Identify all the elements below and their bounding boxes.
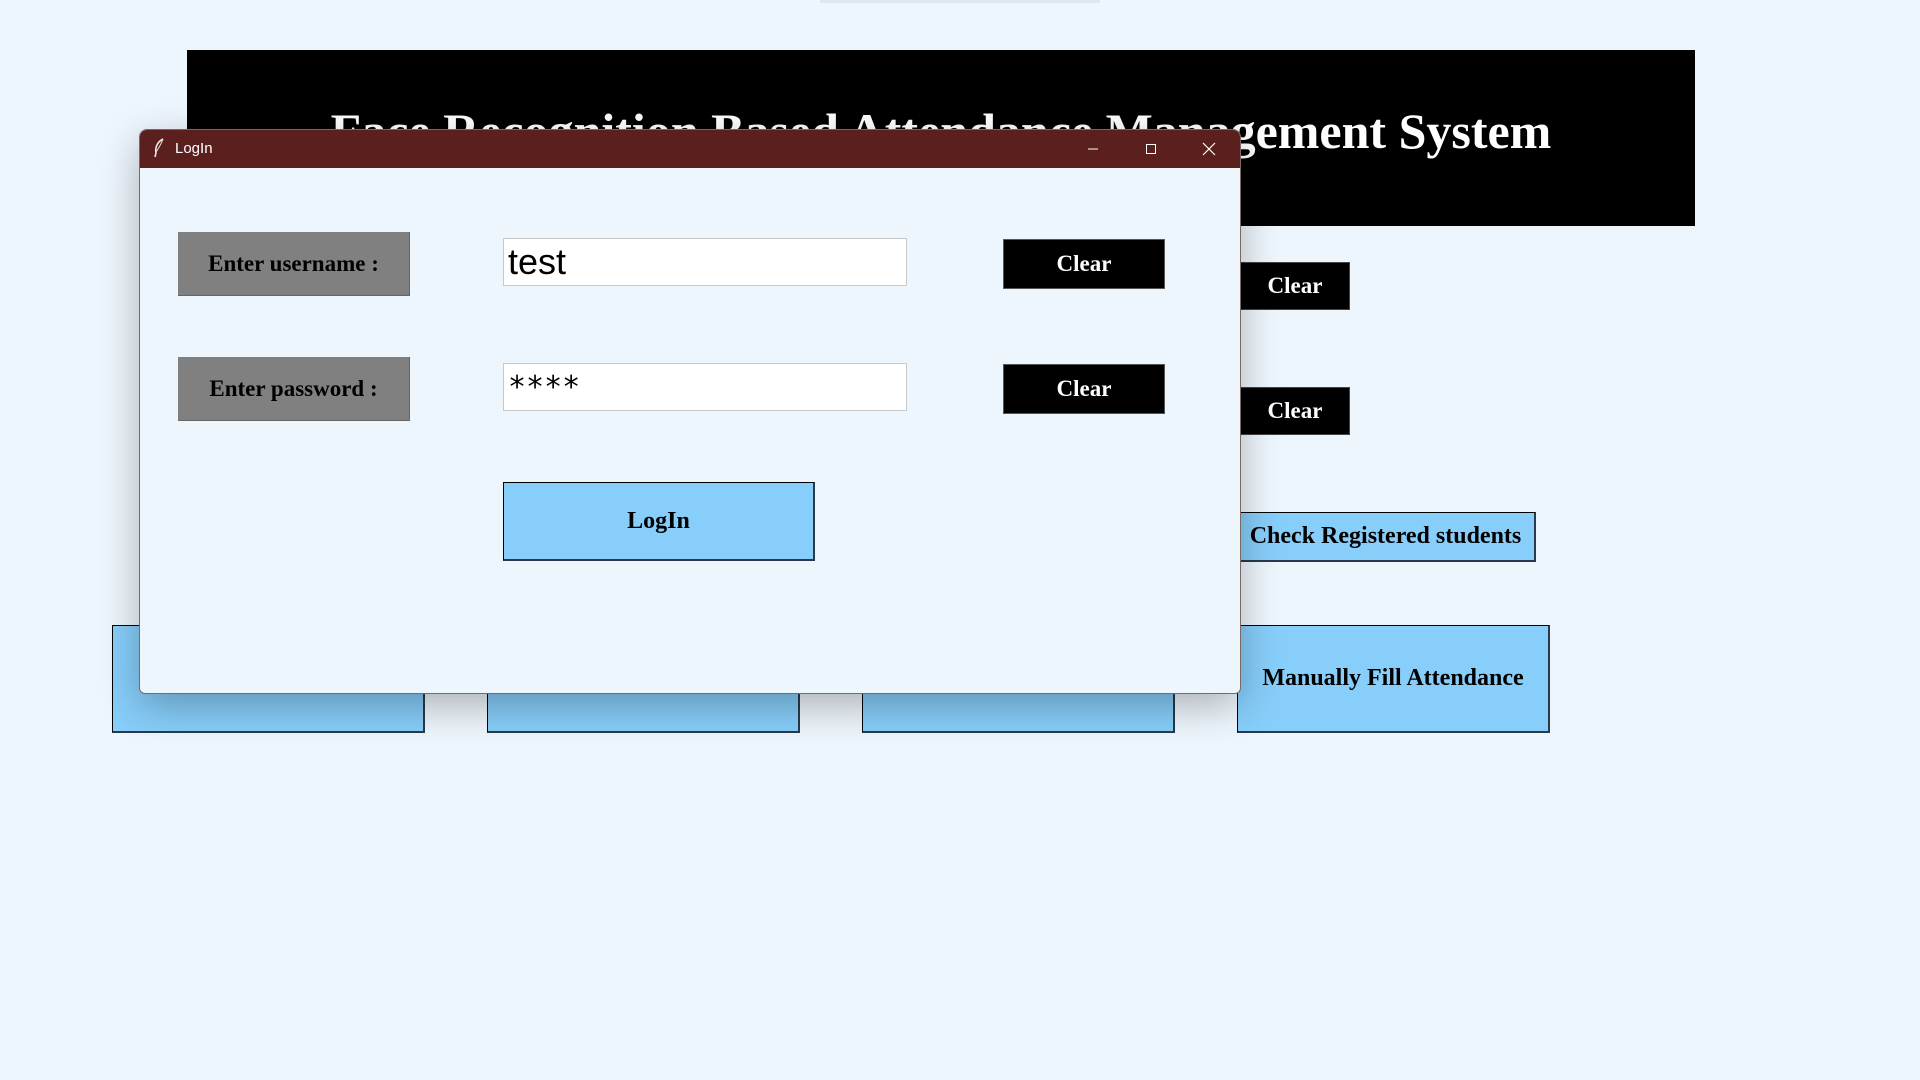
clear-password-button[interactable]: Clear: [1003, 364, 1165, 414]
login-button[interactable]: LogIn: [503, 482, 815, 561]
password-field[interactable]: [503, 363, 907, 411]
login-dialog: LogIn Enter username : Clear Enter passw…: [139, 129, 1241, 694]
bg-clear-button-2[interactable]: Clear: [1240, 387, 1350, 435]
window-edge: [820, 0, 1100, 3]
bg-clear-button-1[interactable]: Clear: [1240, 262, 1350, 310]
manually-fill-attendance-button[interactable]: Manually Fill Attendance: [1237, 625, 1550, 733]
feather-icon: [152, 138, 166, 158]
close-icon[interactable]: [1180, 130, 1238, 168]
dialog-titlebar[interactable]: LogIn: [140, 130, 1240, 168]
username-field[interactable]: [503, 238, 907, 286]
dialog-title: LogIn: [175, 140, 213, 157]
check-registered-students-button[interactable]: Check Registered students: [1236, 512, 1536, 562]
username-label: Enter username :: [178, 232, 410, 296]
maximize-icon[interactable]: [1122, 130, 1180, 168]
minimize-icon[interactable]: [1064, 130, 1122, 168]
clear-username-button[interactable]: Clear: [1003, 239, 1165, 289]
password-label: Enter password :: [178, 357, 410, 421]
